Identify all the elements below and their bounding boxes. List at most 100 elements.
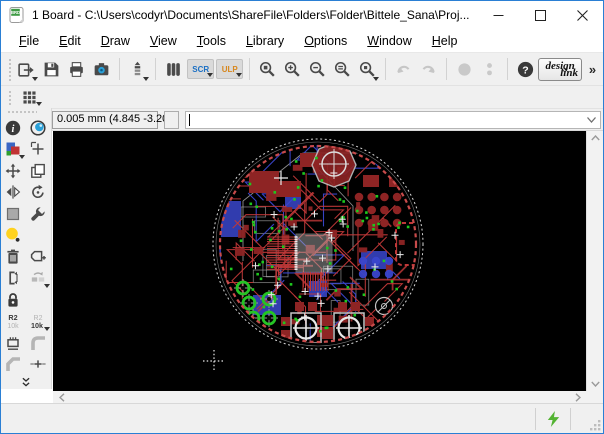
show-icon [29,119,47,137]
mark-tool-button[interactable] [26,139,50,160]
display-dropdown-arrow-icon [19,155,25,159]
copy-tool-button[interactable] [26,160,50,181]
name-tool-button[interactable]: R210k [1,311,25,332]
print-button[interactable] [65,56,88,82]
titlebar[interactable]: BRD 1 Board - C:\Users\codyr\Documents\S… [1,1,603,29]
group-icon [4,205,22,223]
toolbar-separator [446,58,447,80]
export-drawing-button[interactable] [15,56,38,82]
minimize-button[interactable] [477,1,519,29]
svg-text:i: i [12,124,15,135]
design-link-button[interactable]: design link [538,58,582,81]
cam-processor-button[interactable] [126,56,149,82]
script-button[interactable]: SCR [187,59,214,79]
mirror-icon [4,183,22,201]
grid-toolbar-drag-handle[interactable] [7,89,13,105]
optimize-tool-button[interactable] [26,354,50,375]
command-dropdown-chevron-icon[interactable] [586,116,597,124]
lock-tool-button[interactable] [1,289,25,310]
help-button[interactable]: ? [514,56,537,82]
status-bar [1,403,603,433]
grid-button[interactable] [16,88,42,107]
zoom-in-button[interactable] [281,56,304,82]
toolbar-drag-handle[interactable] [7,57,11,81]
menu-file[interactable]: File [9,31,49,51]
change-tool-button[interactable] [26,203,50,224]
toolbar-separator [119,58,120,80]
menu-view[interactable]: View [140,31,187,51]
cam-processor-icon [128,60,147,79]
scroll-up-arrow[interactable] [587,131,603,145]
vertical-scrollbar[interactable] [586,131,603,391]
undo-button[interactable] [392,56,415,82]
cut-tool-button[interactable] [1,225,25,246]
menu-help[interactable]: Help [422,31,468,51]
zoom-out-button[interactable] [306,56,329,82]
scroll-down-arrow[interactable] [587,377,603,391]
show-tool-button[interactable] [26,117,50,138]
delete-tool-button[interactable] [1,246,25,267]
pinswap-tool-button[interactable] [1,268,25,289]
info-tool-button[interactable]: i [1,117,25,138]
toolbar-overflow-chevron[interactable]: » [582,62,603,77]
info-icon: i [4,119,22,137]
display-tool-button[interactable] [1,139,25,160]
value-dropdown-arrow-icon [44,327,50,331]
save-button[interactable] [40,56,63,82]
toolbar-separator [155,58,156,80]
replace-tool-button[interactable] [26,268,50,289]
split-tool-button[interactable] [1,354,25,375]
mark-icon [29,140,47,158]
coordinate-mode-button[interactable] [164,111,179,129]
stop-button[interactable] [453,56,476,82]
window-resize-grip[interactable] [590,420,601,431]
traffic-light-button[interactable] [478,56,501,82]
board-canvas[interactable] [53,131,587,391]
library-manager-button[interactable] [162,56,185,82]
add-tool-button[interactable] [26,246,50,267]
move-tool-button[interactable] [1,160,25,181]
help-icon: ? [516,60,535,79]
ulp-button[interactable]: ULP [216,59,243,79]
menu-window[interactable]: Window [357,31,421,51]
tool-palette-drag-handle[interactable] [7,110,37,115]
change-icon [29,205,47,223]
cut-icon [4,226,22,244]
menu-edit[interactable]: Edit [49,31,91,51]
menu-tools[interactable]: Tools [187,31,236,51]
zoom-fit-button[interactable] [256,56,279,82]
coordinate-display: 0.005 mm (4.845 -3.200) [52,111,158,129]
app-window: { "window": { "title": "1 Board - C:\\Us… [0,0,604,434]
optimize-icon [29,355,47,373]
maximize-button[interactable] [519,1,561,29]
redo-button[interactable] [417,56,440,82]
zoom-redraw-button[interactable] [331,56,354,82]
export-image-icon [92,60,111,79]
svg-text:R2: R2 [8,313,17,322]
tool-palette-more-button[interactable] [1,376,51,389]
menu-draw[interactable]: Draw [91,31,140,51]
close-button[interactable] [561,1,603,29]
grid-icon [21,89,38,106]
miter-tool-button[interactable] [26,332,50,353]
zoom-select-button[interactable] [356,56,379,82]
rotate-tool-button[interactable] [26,182,50,203]
save-icon [42,60,61,79]
svg-text:10k: 10k [7,323,19,330]
zoom-fit-icon [258,60,277,79]
tool-palette: iR210kR210k [1,108,52,389]
toolbar-separator [507,58,508,80]
command-input[interactable] [185,111,601,129]
mirror-tool-button[interactable] [1,182,25,203]
rotate-icon [29,183,47,201]
horizontal-scrollbar[interactable] [53,391,587,403]
export-image-button[interactable] [90,56,113,82]
scroll-left-arrow[interactable] [55,391,69,403]
value-tool-button[interactable]: R210k [26,311,50,332]
group-tool-button[interactable] [1,203,25,224]
status-separator [570,408,571,430]
menu-library[interactable]: Library [236,31,294,51]
smash-tool-button[interactable] [1,332,25,353]
menu-options[interactable]: Options [294,31,357,51]
scroll-right-arrow[interactable] [571,391,585,403]
